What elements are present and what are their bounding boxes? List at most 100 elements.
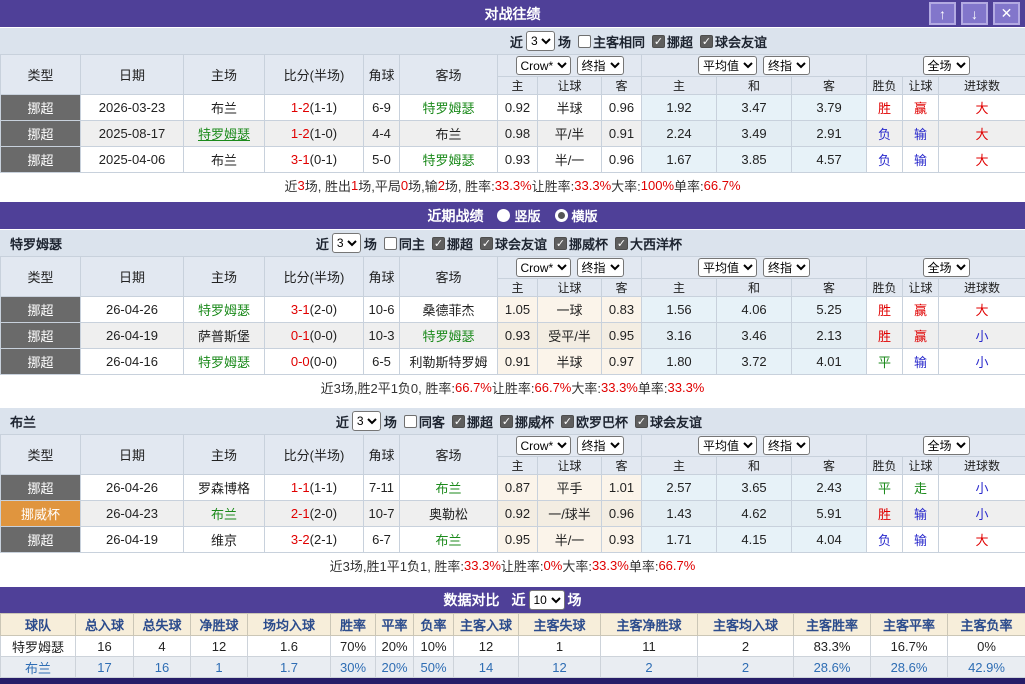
home-team[interactable]: 特罗姆瑟 (184, 297, 265, 323)
home-team[interactable]: 布兰 (184, 147, 265, 173)
compare-near-count-select[interactable]: 10 (529, 590, 565, 610)
home-team[interactable]: 特罗姆瑟 (184, 121, 265, 147)
h2h-near-count-select[interactable]: 3 (526, 31, 555, 51)
checkbox-same-homeaway[interactable] (578, 35, 591, 48)
avg-home: 1.56 (642, 297, 717, 323)
final-odds-select[interactable]: 终指 (577, 56, 624, 75)
checkbox-norway-cup[interactable]: ✓ (500, 415, 513, 428)
home-team[interactable]: 罗森博格 (184, 475, 265, 501)
league-badge: 挪超 (1, 527, 81, 553)
checkbox-atlantic-cup[interactable]: ✓ (615, 237, 628, 250)
avg-home: 1.80 (642, 349, 717, 375)
final-odds-select2[interactable]: 终指 (763, 56, 810, 75)
average-select[interactable]: 平均值 (698, 436, 757, 455)
match-date: 26-04-19 (81, 527, 184, 553)
bookmaker-select[interactable]: Crow* (516, 436, 571, 455)
away-team[interactable]: 布兰 (400, 527, 498, 553)
col-result: 胜负 (867, 279, 903, 297)
odds-handicap: 一球 (538, 297, 602, 323)
average-select[interactable]: 平均值 (698, 56, 757, 75)
checkbox-label: 同客 (419, 412, 445, 431)
arrow-up-icon[interactable]: ↑ (929, 2, 956, 25)
team2-near-count-select[interactable]: 3 (352, 411, 381, 431)
away-team[interactable]: 布兰 (400, 475, 498, 501)
result-group: 全场 (867, 257, 1025, 279)
h2h-filter-row: 近 3 场 主客相同 ✓ 挪超 ✓ 球会友谊 (0, 27, 1025, 54)
avg-group: 平均值终指 (642, 257, 867, 279)
checkbox-europa-cup[interactable]: ✓ (561, 415, 574, 428)
stat-value: 4 (134, 636, 191, 657)
checkbox-friendly[interactable]: ✓ (635, 415, 648, 428)
result-group: 全场 (867, 55, 1025, 77)
stat-value: 50% (414, 657, 454, 678)
home-team[interactable]: 特罗姆瑟 (184, 349, 265, 375)
near-label: 近 (512, 590, 526, 610)
h2h-summary: 近 3 场, 胜出 1 场,平局 0 场,输 2 场, 胜率: 33.3% 让胜… (0, 173, 1025, 197)
checkbox-friendly[interactable]: ✓ (700, 35, 713, 48)
home-team[interactable]: 维京 (184, 527, 265, 553)
layout-radio-vertical[interactable]: 竖版 (497, 206, 540, 225)
team1-near-count-select[interactable]: 3 (332, 233, 361, 253)
fulltime-select[interactable]: 全场 (923, 56, 970, 75)
team-name[interactable]: 特罗姆瑟 (1, 636, 76, 657)
col-goal-diff: 净胜球 (191, 614, 248, 636)
near-label: 近 (510, 32, 523, 51)
checkbox-league[interactable]: ✓ (432, 237, 445, 250)
radio-checked-icon (555, 209, 568, 222)
average-select[interactable]: 平均值 (698, 258, 757, 277)
match-score: 0-1(0-0) (265, 323, 364, 349)
checkbox-norway-cup[interactable]: ✓ (554, 237, 567, 250)
checkbox-league[interactable]: ✓ (652, 35, 665, 48)
col-home: 主场 (184, 55, 265, 95)
result-handicap: 走 (903, 475, 939, 501)
result-handicap: 输 (903, 527, 939, 553)
league-badge: 挪超 (1, 349, 81, 375)
bookmaker-select[interactable]: Crow* (516, 258, 571, 277)
stat-value: 70% (331, 636, 376, 657)
away-team[interactable]: 特罗姆瑟 (400, 95, 498, 121)
final-odds-select2[interactable]: 终指 (763, 436, 810, 455)
away-team[interactable]: 布兰 (400, 121, 498, 147)
arrow-down-icon[interactable]: ↓ (961, 2, 988, 25)
col-ha-draw-rate: 主客平率 (871, 614, 948, 636)
team1-table: 类型 日期 主场 比分(半场) 角球 客场 Crow*终指 平均值终指 全场 主… (0, 256, 1025, 375)
home-team[interactable]: 萨普斯堡 (184, 323, 265, 349)
result-goals: 小 (939, 475, 1025, 501)
away-team[interactable]: 利勒斯特罗姆 (400, 349, 498, 375)
checkbox-friendly[interactable]: ✓ (480, 237, 493, 250)
fulltime-select[interactable]: 全场 (923, 258, 970, 277)
match-date: 2025-08-17 (81, 121, 184, 147)
league-badge: 挪超 (1, 121, 81, 147)
team-name[interactable]: 布兰 (1, 657, 76, 678)
stat-value: 16 (76, 636, 134, 657)
final-odds-select2[interactable]: 终指 (763, 258, 810, 277)
checkbox-same-away[interactable] (404, 415, 417, 428)
odds-away: 0.96 (602, 95, 642, 121)
away-team[interactable]: 奥勒松 (400, 501, 498, 527)
checkbox-same-home[interactable] (384, 237, 397, 250)
away-team[interactable]: 特罗姆瑟 (400, 323, 498, 349)
col-corner: 角球 (364, 55, 400, 95)
home-team[interactable]: 布兰 (184, 501, 265, 527)
away-team[interactable]: 桑德菲杰 (400, 297, 498, 323)
table-row: 挪超 2025-08-17 特罗姆瑟 1-2(1-0) 4-4 布兰 0.98 … (1, 121, 1025, 147)
col-handicap-result: 让球 (903, 77, 939, 95)
stat-value: 1 (191, 657, 248, 678)
final-odds-select[interactable]: 终指 (577, 258, 624, 277)
col-score: 比分(半场) (265, 257, 364, 297)
avg-away: 4.01 (792, 349, 867, 375)
fulltime-select[interactable]: 全场 (923, 436, 970, 455)
avg-away: 5.25 (792, 297, 867, 323)
h2h-table: 类型 日期 主场 比分(半场) 角球 客场 Crow*终指 平均值终指 全场 主… (0, 54, 1025, 173)
final-odds-select[interactable]: 终指 (577, 436, 624, 455)
away-team[interactable]: 特罗姆瑟 (400, 147, 498, 173)
corner-score: 7-11 (364, 475, 400, 501)
bookmaker-select[interactable]: Crow* (516, 56, 571, 75)
checkbox-label: 挪超 (447, 234, 473, 253)
avg-draw: 4.62 (717, 501, 792, 527)
home-team[interactable]: 布兰 (184, 95, 265, 121)
close-icon[interactable]: ✕ (993, 2, 1020, 25)
avg-away: 2.13 (792, 323, 867, 349)
layout-radio-horizontal[interactable]: 横版 (555, 206, 598, 225)
checkbox-league[interactable]: ✓ (452, 415, 465, 428)
